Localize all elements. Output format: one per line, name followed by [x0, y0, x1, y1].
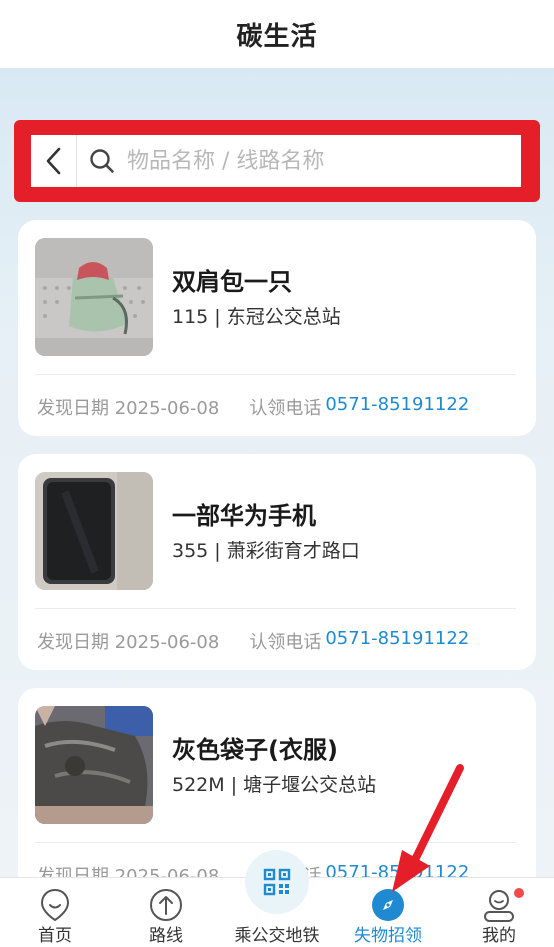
tab-label: 乘公交地铁 — [234, 926, 320, 946]
claim-phone-link[interactable]: 0571-85191122 — [325, 628, 469, 654]
search-highlight-box — [14, 120, 540, 202]
back-button[interactable] — [31, 135, 77, 187]
page-title: 碳生活 — [236, 21, 318, 52]
item-footer: 发现日期 2025-06-08 认领电话 0571-85191122 — [37, 628, 469, 654]
tab-label: 路线 — [149, 926, 183, 946]
item-title: 双肩包一只 — [172, 268, 292, 296]
lost-item-card[interactable]: 一部华为手机 355 | 萧彩街育才路口 发现日期 2025-06-08 认领电… — [18, 454, 536, 670]
found-date: 发现日期 2025-06-08 — [37, 632, 220, 653]
location-pin-icon — [38, 888, 72, 922]
app-header: 碳生活 — [0, 0, 554, 68]
item-photo — [35, 238, 153, 356]
chevron-left-icon — [46, 147, 60, 175]
annotation-arrow — [392, 764, 464, 892]
tab-label: 我的 — [482, 926, 516, 946]
divider — [35, 608, 516, 609]
item-route-station: 355 | 萧彩街育才路口 — [172, 540, 360, 562]
claim-phone-label: 认领电话 — [249, 398, 322, 419]
item-photo — [35, 706, 153, 824]
search-icon — [89, 148, 115, 174]
item-title: 灰色袋子(衣服) — [172, 736, 338, 764]
lost-item-card[interactable]: 双肩包一只 115 | 东冠公交总站 发现日期 2025-06-08 认领电话 … — [18, 220, 536, 436]
qr-code-icon — [263, 868, 291, 896]
claim-phone-label: 认领电话 — [249, 632, 322, 653]
item-route-station: 115 | 东冠公交总站 — [172, 306, 341, 328]
item-footer: 发现日期 2025-06-08 认领电话 0571-85191122 — [37, 394, 469, 420]
item-photo — [35, 472, 153, 590]
tab-routes[interactable]: 路线 — [111, 878, 221, 947]
item-route-station: 522M | 塘子堰公交总站 — [172, 774, 377, 796]
qr-code-button[interactable] — [245, 850, 309, 914]
search-input[interactable] — [127, 148, 507, 174]
divider — [35, 374, 516, 375]
user-icon — [482, 888, 516, 922]
tab-label: 首页 — [38, 926, 72, 946]
tab-label: 失物招领 — [354, 926, 422, 946]
tab-home[interactable]: 首页 — [0, 878, 110, 947]
claim-phone-link[interactable]: 0571-85191122 — [325, 394, 469, 420]
item-title: 一部华为手机 — [172, 502, 316, 530]
found-date: 发现日期 2025-06-08 — [37, 398, 220, 419]
search-bar — [31, 135, 521, 187]
route-arrow-icon — [149, 888, 183, 922]
notification-dot — [514, 888, 524, 898]
